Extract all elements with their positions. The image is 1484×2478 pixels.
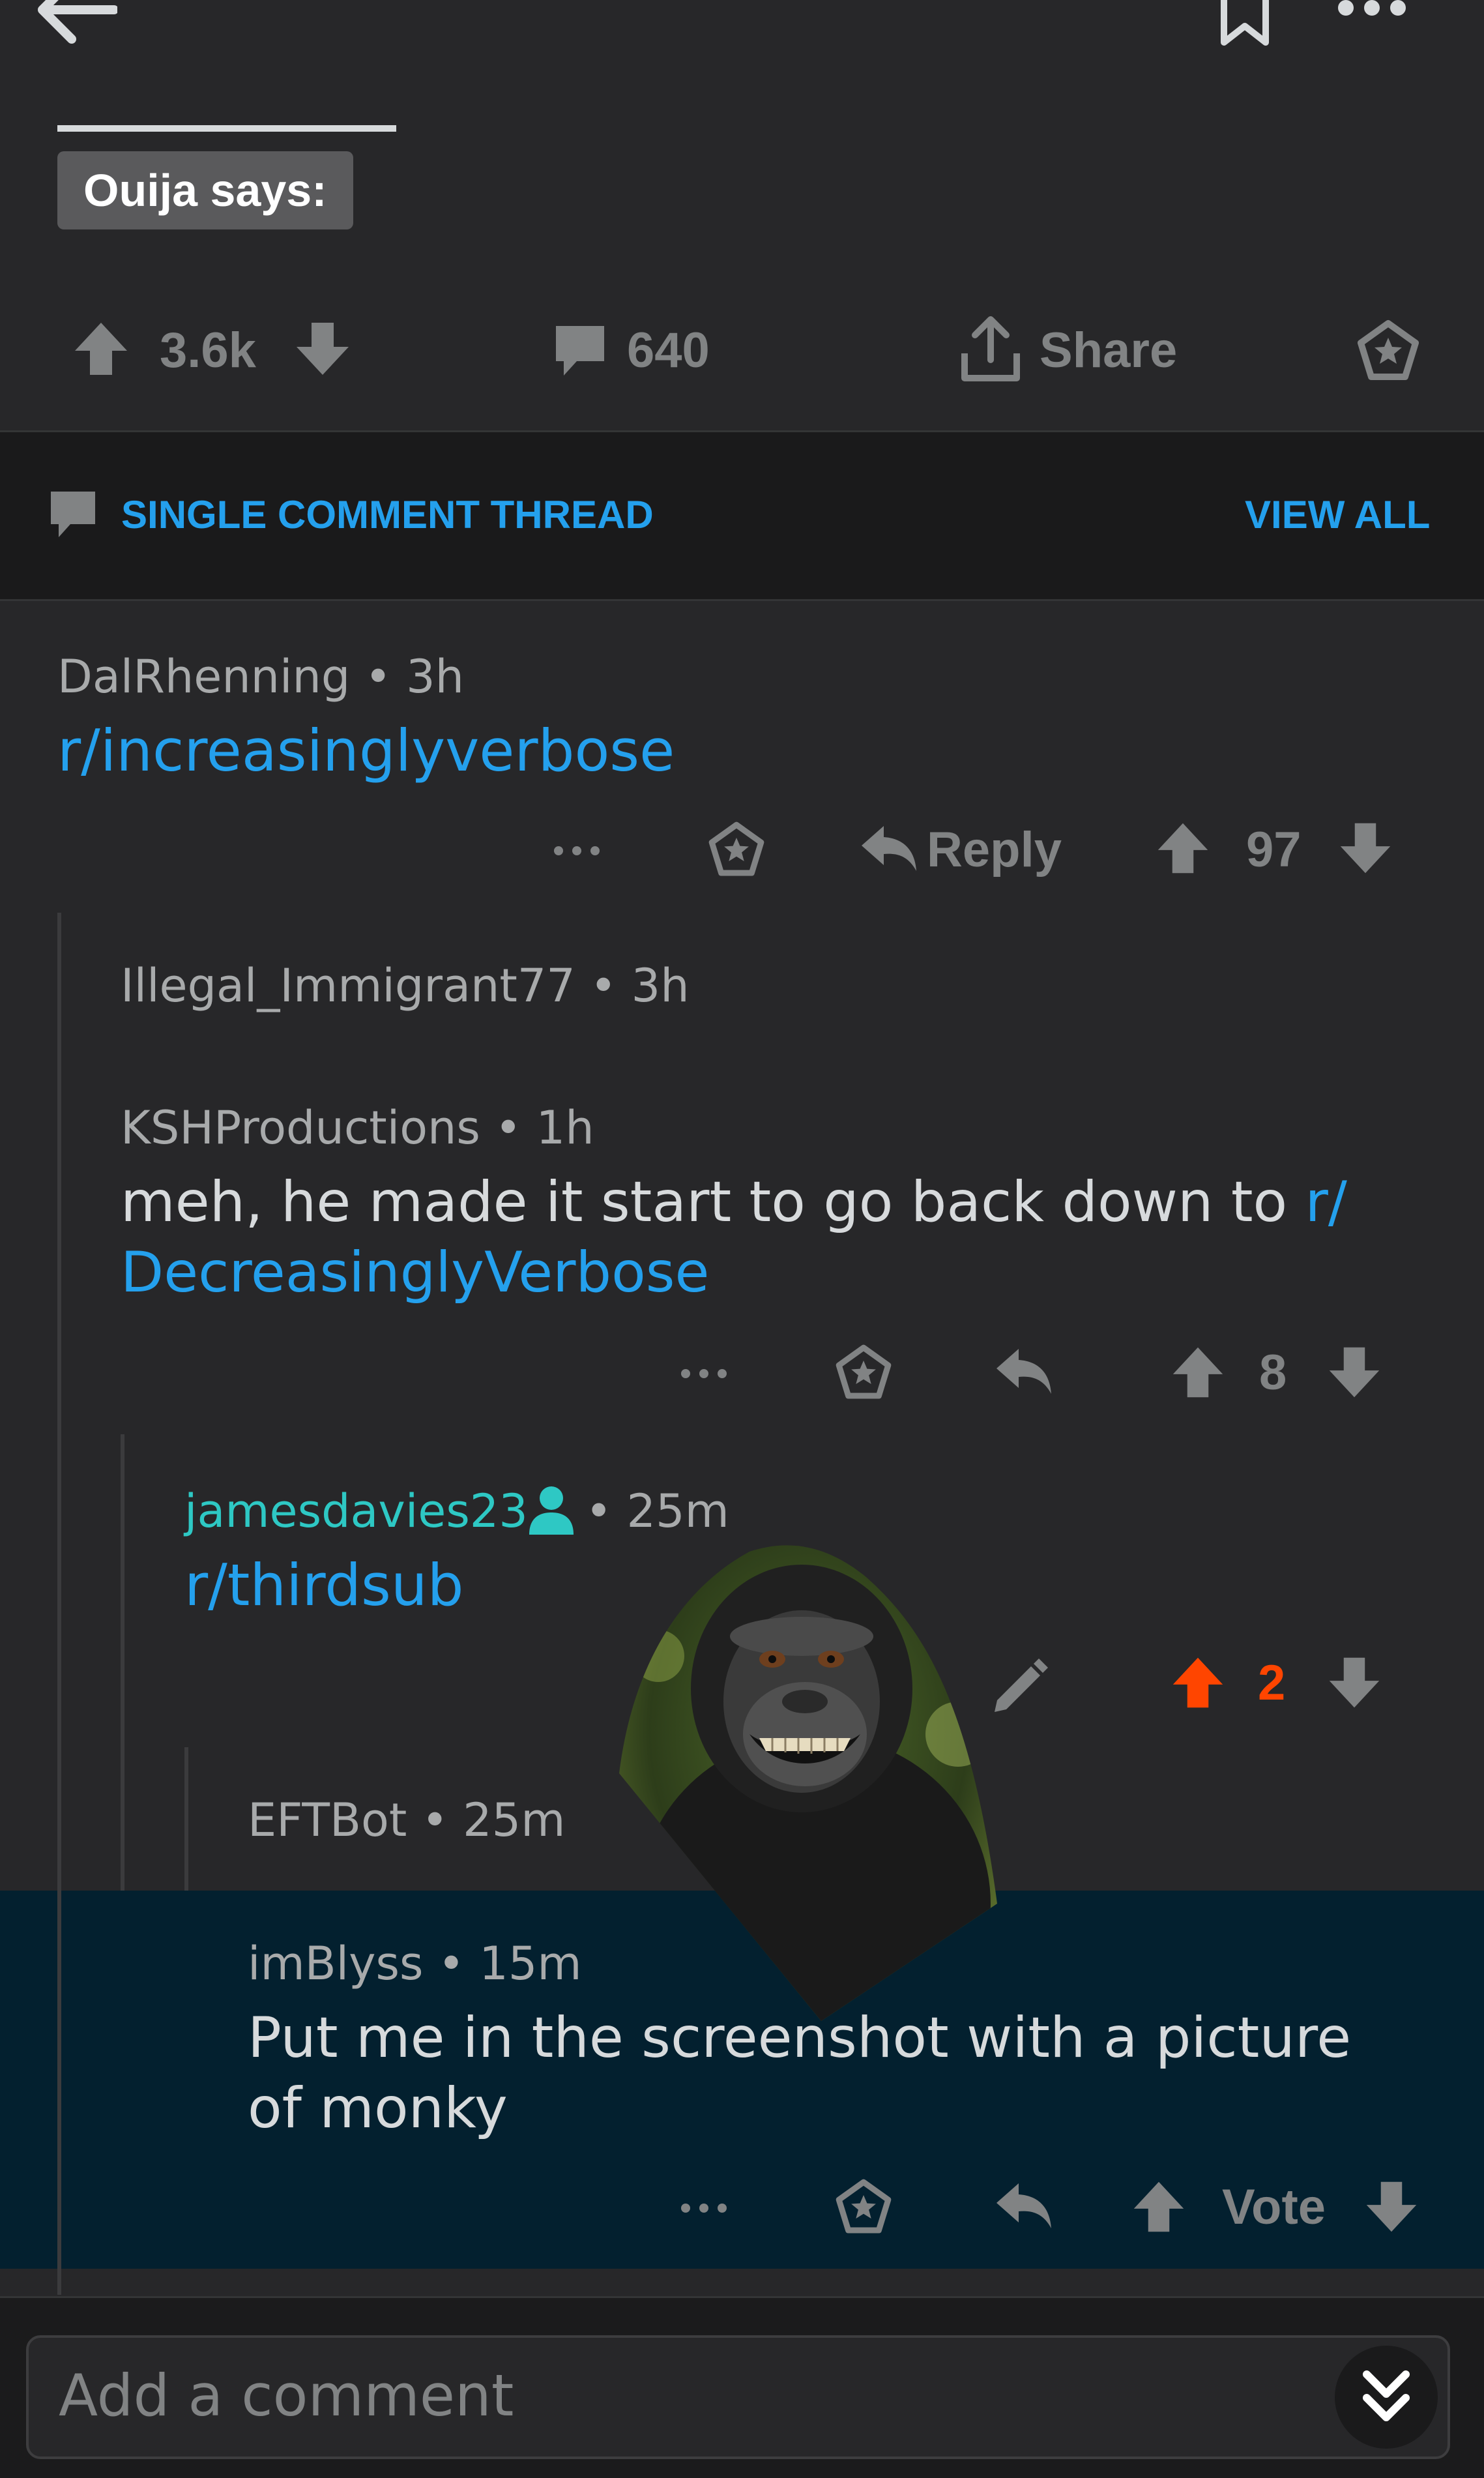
more-icon[interactable] [678, 2198, 730, 2218]
comment-body: meh, he made it start to go back down to… [121, 1167, 1424, 1308]
comment-age: 25m [626, 1484, 729, 1538]
vote-label: Vote [1222, 2179, 1326, 2235]
comment-author[interactable]: Illegal_Immigrant77 [121, 959, 575, 1012]
subreddit-link[interactable]: r/ [1305, 1170, 1347, 1235]
comment-meta: KSHProductions • 1h [121, 1101, 594, 1155]
award-icon[interactable] [707, 820, 766, 879]
comment-age: 1h [536, 1101, 594, 1155]
user-icon [529, 1486, 574, 1535]
reply-icon[interactable] [994, 2180, 1054, 2232]
share-button[interactable]: Share [1040, 318, 1177, 383]
reply-button[interactable]: Reply [927, 818, 1062, 883]
award-icon[interactable] [834, 1343, 893, 1402]
double-chevron-down-icon [1363, 2370, 1410, 2421]
upvote-icon-active[interactable] [1170, 1655, 1226, 1711]
comment-age: 3h [631, 959, 690, 1012]
post-flair: Ouija says: [57, 151, 353, 229]
post-title-underline [57, 125, 396, 132]
downvote-icon[interactable] [1337, 820, 1393, 876]
comment-score: 8 [1259, 1345, 1287, 1400]
more-icon[interactable] [678, 1364, 730, 1383]
view-all-link[interactable]: VIEW ALL [1245, 482, 1430, 548]
more-icon[interactable] [1336, 0, 1408, 20]
comment-author[interactable]: imBlyss [248, 1937, 423, 1990]
reply-icon[interactable] [994, 1346, 1054, 1398]
comment-meta: DalRhenning • 3h [57, 650, 464, 703]
award-icon[interactable] [834, 2177, 893, 2236]
comment-icon[interactable] [551, 321, 609, 379]
comment-author-op[interactable]: jamesdavies23 [184, 1484, 528, 1538]
thread-line-2 [121, 1434, 124, 1891]
comment-meta: jamesdavies23 [184, 1479, 528, 1544]
comment-meta[interactable]: EFTBot • 25m [248, 1788, 565, 1853]
subreddit-link[interactable]: r/increasinglyverbose [57, 716, 675, 786]
comment-author[interactable]: EFTBot [248, 1793, 407, 1847]
upvote-icon[interactable] [1170, 1344, 1226, 1400]
comment-age: 25m [463, 1793, 566, 1847]
single-thread-title: SINGLE COMMENT THREAD [121, 493, 654, 537]
downvote-icon[interactable] [1326, 1655, 1382, 1711]
comment-age-wrap: • 25m [585, 1484, 729, 1538]
thread-line-3 [184, 1747, 188, 1891]
bookmark-icon[interactable] [1219, 0, 1271, 46]
award-icon[interactable] [1356, 318, 1421, 383]
subreddit-link[interactable]: r/thirdsub [184, 1550, 464, 1621]
comment-age: 3h [406, 650, 464, 703]
edit-icon[interactable] [991, 1655, 1051, 1715]
add-comment-placeholder[interactable]: Add a comment [59, 2360, 514, 2432]
downvote-icon[interactable] [293, 319, 352, 378]
upvote-icon[interactable] [1155, 820, 1211, 876]
upvote-icon[interactable] [72, 319, 130, 378]
comment-meta[interactable]: Illegal_Immigrant77 • 3h [121, 953, 690, 1018]
comment-author[interactable]: KSHProductions [121, 1101, 480, 1155]
comment-icon [51, 492, 95, 537]
upvote-icon[interactable] [1131, 2179, 1187, 2235]
comment-body: Put me in the screenshot with a picture … [248, 2005, 1352, 2141]
reply-icon[interactable] [859, 823, 919, 875]
next-comment-button[interactable] [1335, 2346, 1438, 2449]
comment-score-upvoted: 2 [1258, 1655, 1286, 1711]
share-icon[interactable] [958, 314, 1023, 383]
post-comment-count[interactable]: 640 [627, 318, 710, 383]
comment-age: 15m [479, 1937, 582, 1990]
post-score: 3.6k [160, 323, 256, 378]
monkey-picture [619, 1545, 997, 2021]
subreddit-link[interactable]: DecreasinglyVerbose [121, 1240, 709, 1305]
more-icon[interactable] [551, 841, 603, 861]
downvote-icon[interactable] [1326, 1344, 1382, 1400]
comment-score: 97 [1246, 822, 1302, 878]
thread-line-1 [57, 913, 61, 2295]
comment-author[interactable]: DalRhenning [57, 650, 350, 703]
back-arrow-icon[interactable] [33, 0, 117, 46]
comment-text: meh, he made it start to go back down to [121, 1170, 1305, 1235]
comment-meta: imBlyss • 15m [248, 1937, 582, 1990]
downvote-icon[interactable] [1363, 2179, 1419, 2235]
